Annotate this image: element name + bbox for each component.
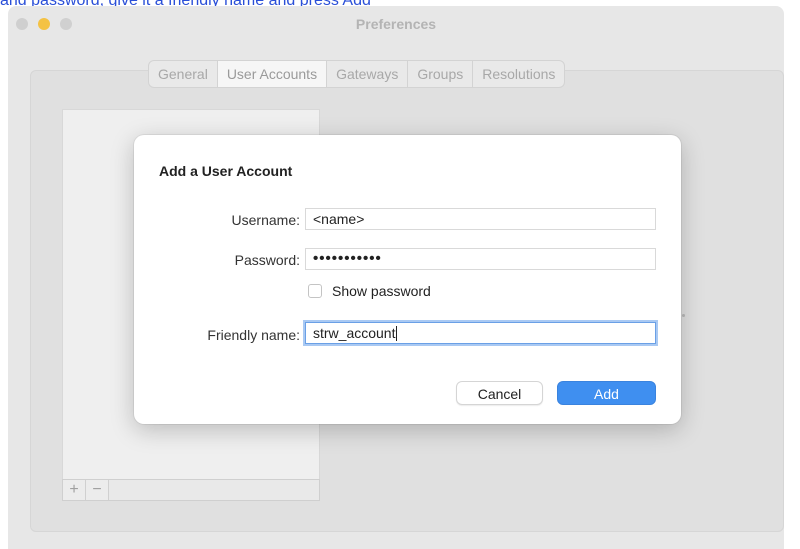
show-password-checkbox[interactable]	[308, 284, 322, 298]
titlebar: Preferences	[8, 6, 784, 40]
friendly-name-label: Friendly name:	[207, 327, 300, 343]
friendly-name-value: strw_account	[313, 325, 396, 341]
password-field[interactable]: •••••••••••	[305, 248, 656, 270]
cancel-button[interactable]: Cancel	[456, 381, 543, 405]
remove-account-button[interactable]: −	[86, 480, 109, 500]
tab-user-accounts[interactable]: User Accounts	[216, 61, 327, 87]
password-label: Password:	[234, 252, 300, 268]
text-caret	[396, 326, 398, 341]
list-footer: + −	[62, 479, 320, 501]
tab-groups[interactable]: Groups	[407, 61, 472, 87]
tab-gateways[interactable]: Gateways	[326, 61, 407, 87]
tab-resolutions[interactable]: Resolutions	[472, 61, 564, 87]
show-password-label: Show password	[332, 283, 431, 299]
username-field[interactable]: <name>	[305, 208, 656, 230]
dialog-title: Add a User Account	[159, 163, 293, 179]
add-button[interactable]: Add	[557, 381, 656, 405]
add-user-account-dialog: Add a User Account Username: <name> Pass…	[134, 135, 681, 424]
detail-indicator	[682, 314, 685, 317]
tab-general[interactable]: General	[149, 61, 217, 87]
username-label: Username:	[231, 212, 300, 228]
add-account-button[interactable]: +	[63, 480, 86, 500]
tab-bar: General User Accounts Gateways Groups Re…	[148, 60, 566, 88]
window-title: Preferences	[355, 16, 437, 32]
friendly-name-field[interactable]: strw_account	[305, 322, 656, 344]
